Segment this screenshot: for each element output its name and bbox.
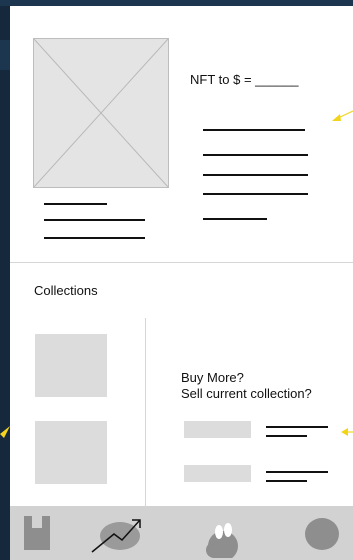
annotation-arrow-icon bbox=[0, 426, 10, 438]
collection-thumbnail[interactable] bbox=[35, 421, 107, 484]
caption-line-placeholder bbox=[44, 237, 145, 239]
sell-collection-prompt[interactable]: Sell current collection? bbox=[181, 386, 312, 402]
option-line-placeholder bbox=[266, 426, 328, 428]
section-divider bbox=[10, 262, 353, 263]
option-line-placeholder bbox=[266, 471, 328, 473]
text-line-placeholder bbox=[203, 129, 305, 131]
nft-image-placeholder[interactable] bbox=[33, 38, 169, 188]
text-line-placeholder bbox=[203, 154, 308, 156]
collection-prompt: Buy More? Sell current collection? bbox=[181, 370, 312, 402]
text-line-placeholder bbox=[203, 193, 308, 195]
buy-more-prompt[interactable]: Buy More? bbox=[181, 370, 312, 386]
wireframe-screen: NFT to $ = ______ Collections Buy More? … bbox=[10, 6, 353, 560]
image-placeholder-icon bbox=[34, 39, 168, 187]
annotation-arrow-icon bbox=[341, 428, 353, 436]
caption-line-placeholder bbox=[44, 219, 145, 221]
option-line-placeholder bbox=[266, 480, 307, 482]
nft-conversion-label: NFT to $ = ______ bbox=[190, 72, 299, 87]
buy-option-bar[interactable] bbox=[184, 421, 251, 438]
text-line-placeholder bbox=[203, 218, 267, 220]
profile-icon[interactable] bbox=[304, 517, 340, 551]
backdrop-stripe bbox=[0, 40, 10, 70]
annotation-arrow-icon bbox=[332, 110, 353, 121]
text-line-placeholder bbox=[203, 174, 308, 176]
sell-option-bar[interactable] bbox=[184, 465, 251, 482]
column-divider bbox=[145, 318, 146, 508]
coins-icon[interactable] bbox=[202, 516, 244, 560]
collection-thumbnail[interactable] bbox=[35, 334, 107, 397]
bottom-nav bbox=[10, 506, 353, 560]
trend-chart-icon[interactable] bbox=[90, 512, 146, 556]
collections-title: Collections bbox=[34, 283, 98, 298]
caption-line-placeholder bbox=[44, 203, 107, 205]
wallet-icon[interactable] bbox=[24, 516, 50, 550]
option-line-placeholder bbox=[266, 435, 307, 437]
